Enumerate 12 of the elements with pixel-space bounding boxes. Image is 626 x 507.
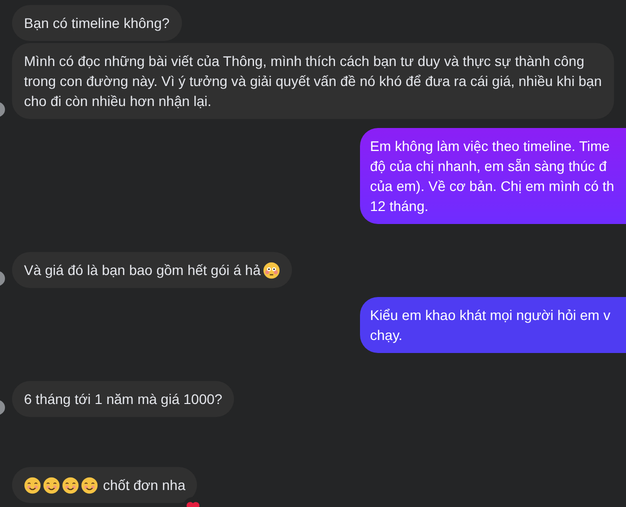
flushed-face-icon <box>262 262 280 278</box>
smiling-face-icon <box>81 476 98 494</box>
smiling-face-icon <box>43 476 60 494</box>
message-text: Mình có đọc những bài viết của Thông, mình thích cách bạn tư duy và thực sự thành công trong con đường này. Vì ý tưởng và giải quyết vấn đề nó khó để đưa ra cái giá, nhiều khi bạn cho đi còn nhiều hơn nhận lại. <box>24 52 602 111</box>
message-text: 6 tháng tới 1 năm mà giá 1000? <box>24 390 222 409</box>
message-text: Bạn có timeline không? <box>24 14 170 33</box>
message-text: Em không làm việc theo timeline. Time độ của chị nhanh, em sẵn sàng thúc đ của em). Về cơ bản. Chị em mình có th 12 tháng. <box>370 137 614 216</box>
message-text: Và giá đó là bạn bao gồm hết gói á hả <box>24 261 261 280</box>
message-text: Kiểu em khao khát mọi người hỏi em v chạy. <box>370 306 610 345</box>
smiling-face-icon <box>62 476 79 494</box>
message-text: chốt đơn nha <box>103 476 186 495</box>
smiling-face-icon <box>24 476 41 494</box>
